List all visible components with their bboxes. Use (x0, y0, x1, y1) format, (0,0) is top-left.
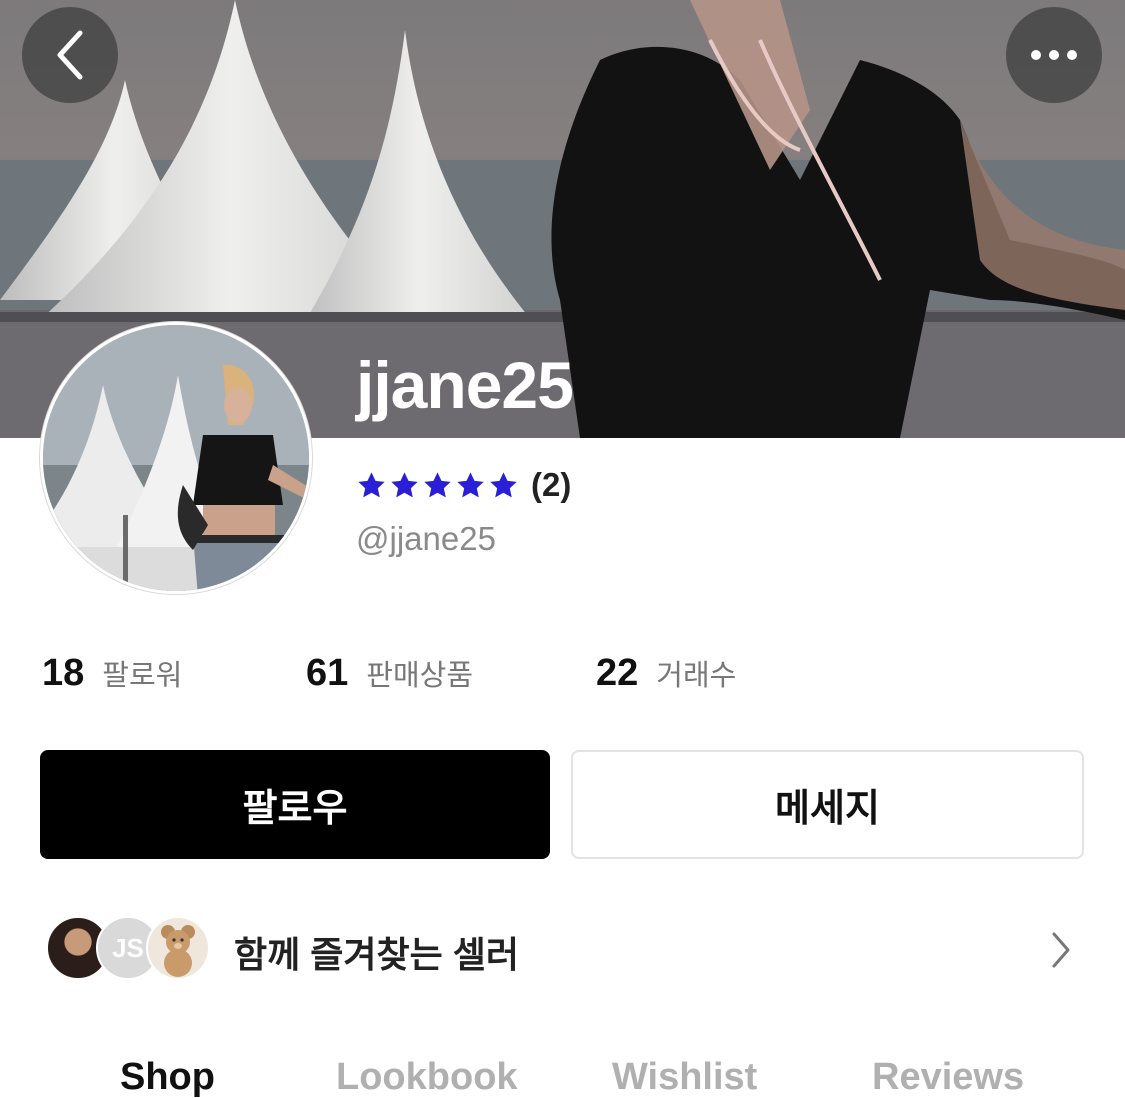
stat-label: 거래수 (656, 660, 737, 692)
star-icon (490, 471, 517, 497)
stat-followers[interactable]: 18 팔로워 (42, 652, 182, 695)
more-horizontal-icon (1031, 50, 1077, 60)
tab-wishlist[interactable]: Wishlist (612, 1058, 757, 1096)
stat-products[interactable]: 61 판매상품 (306, 652, 473, 695)
shared-favorite-sellers-row[interactable]: JS 함께 즐겨찾는 셀러 (0, 910, 1125, 990)
username: jjane25 (356, 348, 574, 422)
teddy-bear-image (161, 925, 195, 977)
rating-count: (2) (531, 466, 572, 503)
chevron-right-icon (1052, 932, 1070, 968)
profile-avatar[interactable] (40, 322, 312, 594)
star-icon (457, 471, 484, 497)
star-icon (358, 471, 385, 497)
tab-lookbook[interactable]: Lookbook (336, 1058, 518, 1096)
stat-number: 18 (42, 652, 85, 694)
seller-rating[interactable]: (2) (356, 466, 571, 504)
tab-reviews[interactable]: Reviews (872, 1058, 1024, 1096)
seller-avatar-initials: JS (112, 932, 144, 963)
tab-shop[interactable]: Shop (120, 1058, 215, 1096)
chevron-left-icon (57, 30, 83, 80)
seller-avatar (146, 916, 210, 980)
star-icon (424, 471, 451, 497)
stat-label: 팔로워 (102, 660, 183, 692)
user-handle: @jjane25 (356, 520, 496, 557)
stat-transactions[interactable]: 22 거래수 (596, 652, 736, 695)
back-button[interactable] (22, 7, 118, 103)
stat-label: 판매상품 (366, 660, 474, 692)
shared-sellers-label: 함께 즐겨찾는 셀러 (234, 934, 519, 975)
stat-number: 61 (306, 652, 349, 694)
stat-number: 22 (596, 652, 639, 694)
more-options-button[interactable] (1006, 7, 1102, 103)
follow-button[interactable]: 팔로우 (40, 750, 550, 859)
profile-tabs: Shop Lookbook Wishlist Reviews (0, 1050, 1125, 1096)
message-button[interactable]: 메세지 (571, 750, 1084, 859)
star-icon (391, 471, 418, 497)
